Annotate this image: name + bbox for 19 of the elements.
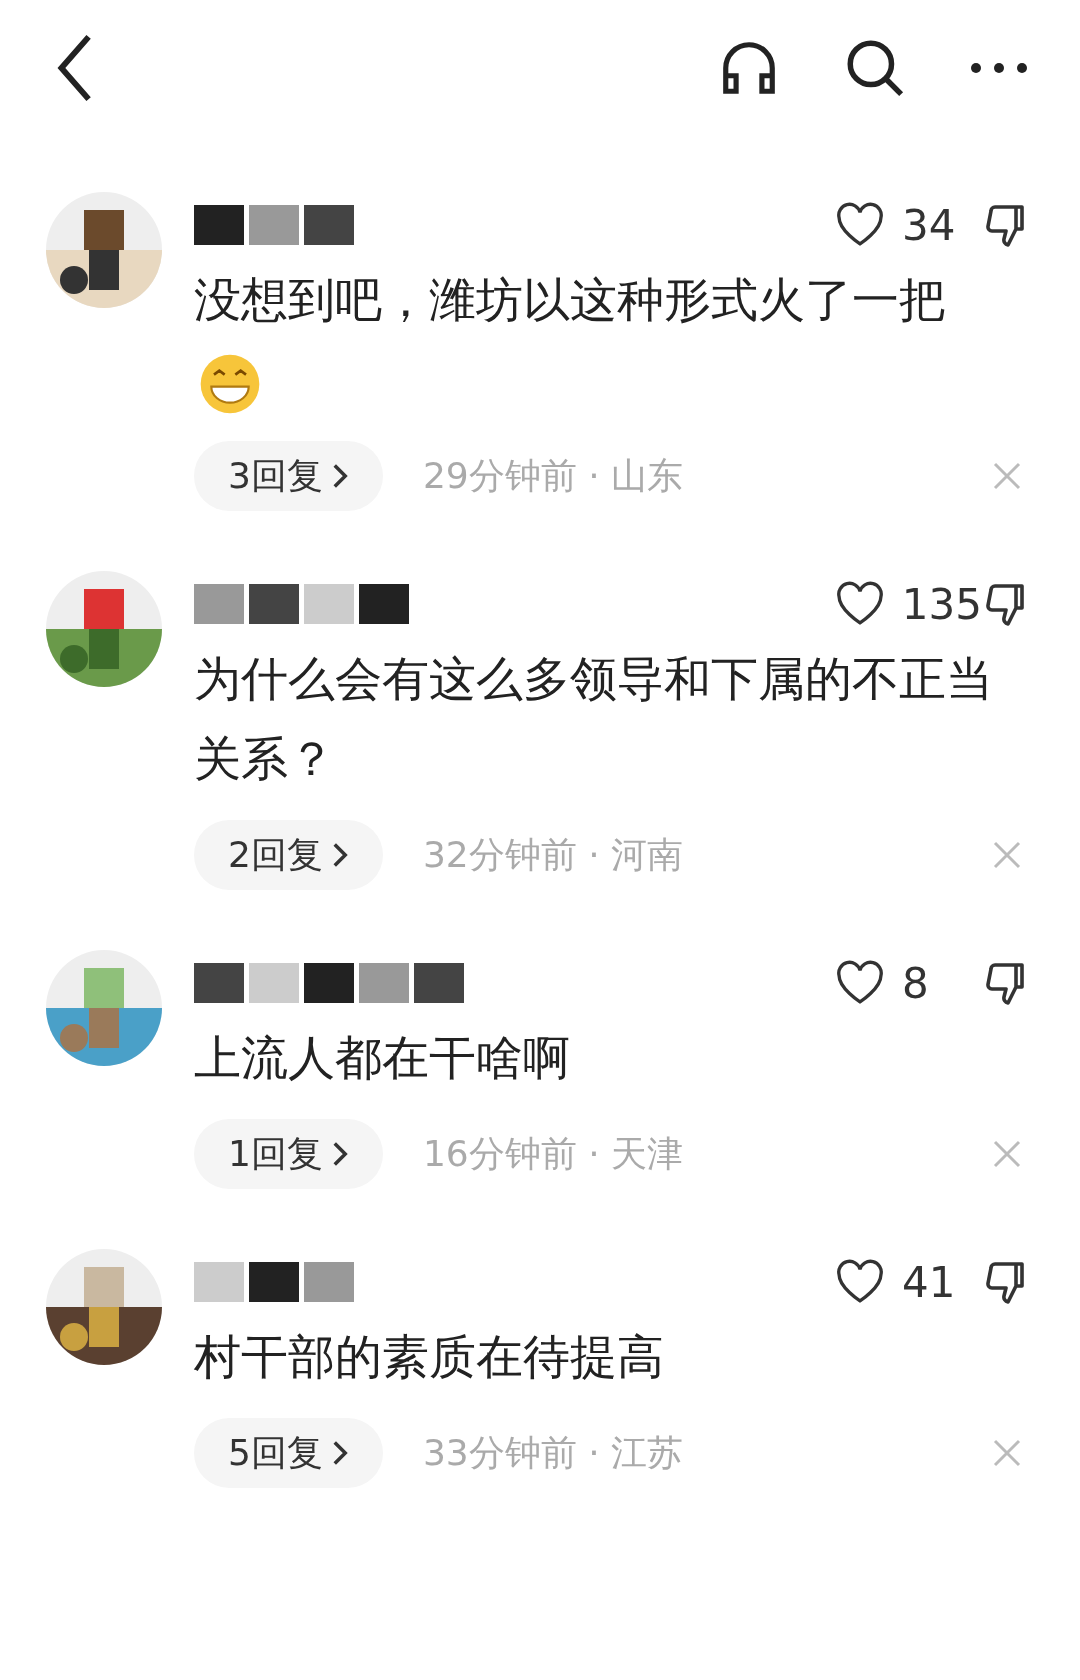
comment-text: 上流人都在干啥啊	[194, 1029, 571, 1087]
time-location: 32分钟前 · 河南	[422, 832, 684, 877]
replies-button[interactable]: 1回复	[194, 1119, 383, 1189]
replies-button[interactable]: 2回复	[194, 820, 383, 890]
replies-button[interactable]: 3回复	[194, 441, 383, 511]
comment-text: 村干部的素质在待提高	[194, 1328, 665, 1386]
time-location: 33分钟前 · 江苏	[422, 1430, 684, 1475]
replies-button[interactable]: 5回复	[194, 1418, 383, 1488]
like-count: 34	[902, 200, 957, 250]
comment-text: 没想到吧，潍坊以这种形式火了一把	[194, 260, 1009, 420]
heart-icon[interactable]	[834, 960, 886, 1006]
heart-icon[interactable]	[834, 1259, 886, 1305]
like-count: 41	[902, 1257, 957, 1307]
comment-text: 为什么会有这么多领导和下属的不正当关系？	[194, 650, 994, 788]
like-count: 8	[902, 958, 930, 1008]
like-count: 135	[901, 579, 982, 629]
time-location: 16分钟前 · 天津	[422, 1131, 684, 1176]
heart-icon[interactable]	[834, 202, 886, 248]
time-location: 29分钟前 · 山东	[422, 453, 684, 498]
